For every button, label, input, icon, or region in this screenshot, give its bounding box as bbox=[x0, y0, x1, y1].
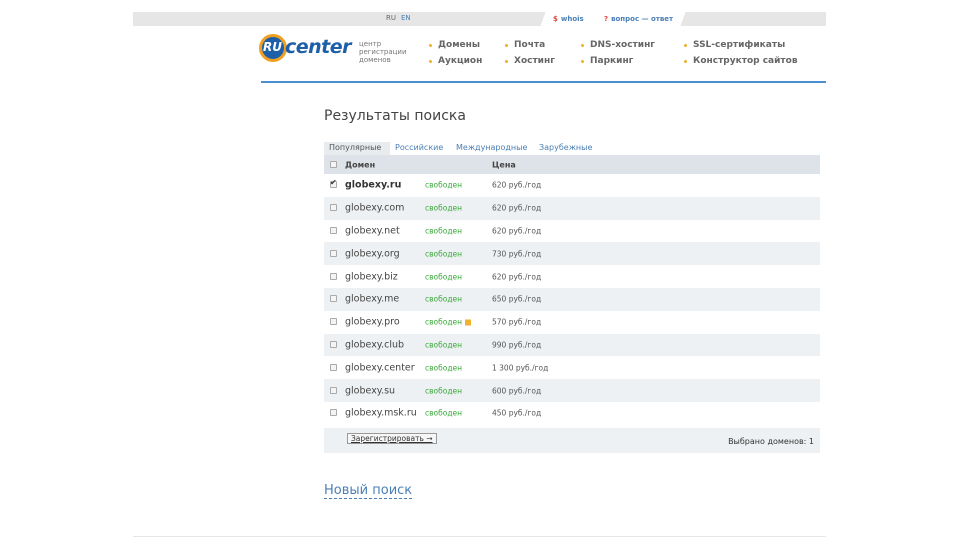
row-checkbox[interactable] bbox=[330, 295, 337, 303]
row-checkbox[interactable] bbox=[330, 204, 337, 212]
domain-status: свободен bbox=[425, 294, 463, 304]
domain-name: globexy.ru bbox=[345, 179, 402, 191]
table-row: globexy.msk.ru свободен 450 руб./год bbox=[324, 402, 820, 425]
top-strip bbox=[133, 12, 826, 26]
domain-price: 990 руб./год bbox=[492, 340, 542, 350]
domain-price: 650 руб./год bbox=[492, 294, 542, 304]
nav-hosting[interactable]: Хостинг bbox=[505, 56, 555, 66]
domain-status: свободен bbox=[425, 317, 472, 327]
question-icon: ? bbox=[604, 15, 609, 23]
premium-badge-icon bbox=[465, 319, 472, 326]
domain-name: globexy.club bbox=[345, 339, 405, 351]
qa-label: вопрос — ответ bbox=[611, 15, 674, 23]
tab-popular[interactable]: Популярные bbox=[329, 143, 381, 152]
domain-status: свободен bbox=[425, 272, 463, 282]
new-search-link[interactable]: Новый поиск bbox=[324, 484, 413, 499]
domain-name: globexy.pro bbox=[345, 316, 400, 328]
domain-status: свободен bbox=[425, 226, 463, 236]
row-checkbox[interactable] bbox=[330, 226, 337, 234]
domain-price: 570 руб./год bbox=[492, 317, 542, 327]
domain-status: свободен bbox=[425, 180, 463, 190]
domain-price: 730 руб./год bbox=[492, 249, 542, 259]
table-row: globexy.su свободен 600 руб./год bbox=[324, 379, 820, 402]
table-row: globexy.biz свободен 620 руб./год bbox=[324, 265, 820, 288]
page-title: Результаты поиска bbox=[324, 108, 466, 124]
logo-ru-text: RU bbox=[263, 40, 282, 54]
domain-name: globexy.net bbox=[345, 225, 400, 237]
domain-price: 450 руб./год bbox=[492, 408, 542, 418]
domain-status: свободен bbox=[425, 363, 463, 373]
domain-name: globexy.biz bbox=[345, 271, 398, 283]
nav-domains[interactable]: Домены bbox=[428, 40, 480, 50]
domain-name: globexy.msk.ru bbox=[345, 407, 417, 419]
table-row: globexy.ru свободен 620 руб./год bbox=[324, 174, 820, 197]
table-row: globexy.net свободен 620 руб./год bbox=[324, 220, 820, 243]
logo-center-text: center bbox=[285, 36, 352, 58]
domain-price: 620 руб./год bbox=[492, 203, 542, 213]
table-row: globexy.me свободен 650 руб./год bbox=[324, 287, 820, 311]
domain-status: свободен bbox=[425, 203, 463, 213]
row-checkbox[interactable] bbox=[330, 272, 337, 280]
status-text: свободен bbox=[425, 317, 463, 327]
nav-ssl[interactable]: SSL-сертификаты bbox=[683, 40, 785, 50]
table-row: globexy.club свободен 990 руб./год bbox=[324, 333, 820, 357]
table-row: globexy.com свободен 620 руб./год bbox=[324, 196, 820, 220]
domain-price: 620 руб./год bbox=[492, 180, 542, 190]
whois-link[interactable]: $ whois bbox=[540, 12, 597, 26]
tab-international[interactable]: Международные bbox=[456, 143, 527, 152]
domain-name: globexy.me bbox=[345, 293, 400, 305]
domain-status: свободен bbox=[425, 249, 463, 259]
domain-price: 620 руб./год bbox=[492, 226, 542, 236]
domain-name: globexy.com bbox=[345, 202, 405, 214]
domain-price: 1 300 руб./год bbox=[492, 363, 549, 373]
header-price: Цена bbox=[492, 160, 516, 169]
domain-status: свободен bbox=[425, 340, 463, 350]
table-row: globexy.center свободен 1 300 руб./год bbox=[324, 356, 820, 379]
dollar-icon: $ bbox=[553, 15, 558, 23]
ru-center-logo[interactable]: RU center bbox=[259, 34, 359, 74]
tab-foreign[interactable]: Зарубежные bbox=[539, 143, 592, 152]
table-row: globexy.pro свободен 570 руб./год bbox=[324, 311, 820, 334]
row-checkbox[interactable] bbox=[330, 409, 337, 417]
lang-ru[interactable]: RU bbox=[386, 14, 396, 22]
language-switcher: RU EN bbox=[386, 14, 416, 22]
nav-site-builder[interactable]: Конструктор сайтов bbox=[684, 56, 798, 66]
table-header: Домен Цена bbox=[324, 155, 820, 174]
row-checkbox[interactable] bbox=[330, 178, 337, 189]
lang-en[interactable]: EN bbox=[401, 14, 411, 22]
whois-label: whois bbox=[560, 15, 584, 23]
nav-dns-hosting[interactable]: DNS-хостинг bbox=[581, 40, 655, 50]
row-checkbox[interactable] bbox=[330, 363, 337, 371]
nav-parking[interactable]: Паркинг bbox=[580, 56, 633, 66]
header-domain: Домен bbox=[345, 160, 376, 169]
table-row: globexy.org свободен 730 руб./год bbox=[324, 242, 820, 266]
domain-price: 620 руб./год bbox=[492, 272, 542, 282]
row-checkbox[interactable] bbox=[330, 340, 337, 348]
nav-mail[interactable]: Почта bbox=[504, 40, 545, 50]
domain-name: globexy.center bbox=[345, 362, 415, 374]
register-button[interactable]: Зарегистрировать → bbox=[347, 433, 437, 444]
row-checkbox[interactable] bbox=[330, 249, 337, 257]
qa-link[interactable]: ? вопрос — ответ bbox=[591, 12, 686, 26]
logo-subtitle: центр регистрации доменов bbox=[359, 40, 407, 64]
domain-results-table: Домен Цена globexy.ru свободен 620 руб./… bbox=[324, 155, 820, 425]
select-all-checkbox[interactable] bbox=[330, 160, 337, 168]
domain-name: globexy.org bbox=[345, 248, 400, 260]
results-footer: Зарегистрировать → Выбрано доменов: 1 bbox=[324, 428, 820, 453]
domain-status: свободен bbox=[425, 386, 463, 396]
bottom-divider bbox=[133, 536, 826, 537]
selected-count: Выбрано доменов: 1 bbox=[728, 437, 814, 446]
header-divider bbox=[261, 81, 826, 83]
nav-auction[interactable]: Аукцион bbox=[428, 56, 482, 66]
domain-status: свободен bbox=[425, 408, 463, 418]
tab-russian[interactable]: Российские bbox=[395, 143, 443, 152]
domain-price: 600 руб./год bbox=[492, 386, 542, 396]
row-checkbox[interactable] bbox=[330, 318, 337, 326]
domain-name: globexy.su bbox=[345, 385, 396, 397]
row-checkbox[interactable] bbox=[330, 386, 337, 394]
